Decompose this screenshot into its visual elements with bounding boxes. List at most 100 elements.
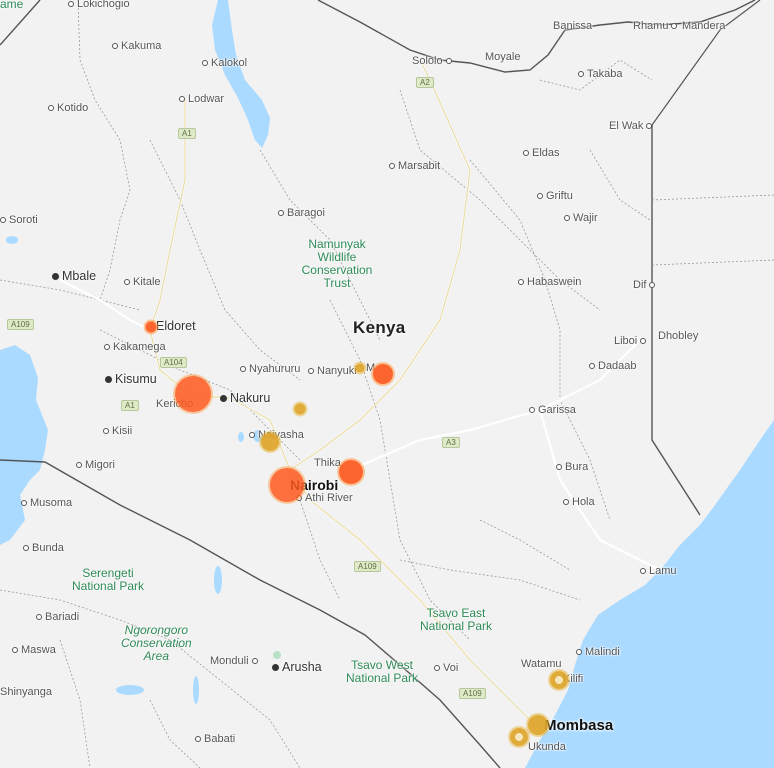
- place-lokichogio[interactable]: Lokichogio: [68, 0, 130, 11]
- place-dif[interactable]: Dif: [633, 279, 658, 292]
- place-liboi[interactable]: Liboi: [614, 335, 649, 348]
- marker-kericho[interactable]: [175, 376, 211, 412]
- place-arusha[interactable]: Arusha: [272, 661, 322, 674]
- place-kalokol[interactable]: Kalokol: [202, 57, 247, 70]
- place-dot-icon: [563, 499, 569, 506]
- marker-nyeri[interactable]: [294, 403, 306, 415]
- place-kotido[interactable]: Kotido: [48, 102, 88, 115]
- place-dot-icon: [518, 279, 524, 286]
- place-baragoi[interactable]: Baragoi: [278, 207, 325, 220]
- park-label: Namunyak Wildlife Conservation Trust: [301, 237, 373, 290]
- place-hola[interactable]: Hola: [563, 496, 595, 509]
- place-label: Banissa: [553, 20, 593, 32]
- marker-kilifi[interactable]: [550, 671, 568, 689]
- place-dot-icon: [220, 395, 227, 403]
- park-label: Serengeti National Park: [72, 566, 145, 593]
- map-canvas[interactable]: Kenya Lokichogio ame Banissa Rhamu Mande…: [0, 0, 774, 768]
- place-label: Thika: [314, 457, 341, 469]
- place-kisii[interactable]: Kisii: [103, 425, 132, 438]
- place-mbale[interactable]: Mbale: [52, 270, 96, 283]
- place-label: Garissa: [538, 404, 576, 416]
- place-dot-icon: [0, 217, 6, 224]
- place-label: Soroti: [9, 214, 38, 226]
- place-thika[interactable]: Thika: [314, 457, 341, 470]
- place-label: Ukunda: [528, 741, 566, 753]
- place-voi[interactable]: Voi: [434, 662, 458, 675]
- place-nanyuki[interactable]: Nanyuki: [308, 365, 357, 378]
- marker-meru[interactable]: [373, 364, 393, 384]
- place-dhobley[interactable]: Dhobley: [658, 330, 698, 343]
- place-kakamega[interactable]: Kakamega: [104, 341, 166, 354]
- place-label: Griftu: [546, 190, 573, 202]
- place-dot-icon: [112, 43, 118, 50]
- place-malindi[interactable]: Malindi: [576, 646, 620, 659]
- park-label: Tsavo East National Park: [420, 606, 493, 633]
- place-rhamu[interactable]: Rhamu: [633, 20, 680, 33]
- park-serengeti[interactable]: Serengeti National Park: [72, 567, 144, 593]
- place-dot-icon: [523, 150, 529, 157]
- place-eldoret[interactable]: Eldoret: [156, 320, 196, 333]
- place-label: Bura: [565, 461, 589, 473]
- place-mombasa[interactable]: Mombasa: [544, 717, 613, 734]
- park-ngorongoro[interactable]: Ngorongoro Conservation Area: [121, 624, 192, 663]
- place-kitale[interactable]: Kitale: [124, 276, 161, 289]
- place-griftu[interactable]: Griftu: [537, 190, 573, 203]
- place-monduli[interactable]: Monduli: [210, 655, 261, 668]
- place-ukunda[interactable]: Ukunda: [528, 741, 566, 754]
- place-migori[interactable]: Migori: [76, 459, 115, 472]
- park-namunyak[interactable]: Namunyak Wildlife Conservation Trust: [292, 238, 382, 290]
- place-watamu[interactable]: Watamu: [521, 658, 562, 671]
- road-shield: A104: [160, 357, 187, 368]
- place-sololo[interactable]: Sololo: [412, 55, 455, 68]
- place-dadaab[interactable]: Dadaab: [589, 360, 637, 373]
- place-kakuma[interactable]: Kakuma: [112, 40, 161, 53]
- place-dot-icon: [12, 647, 18, 654]
- place-nakuru[interactable]: Nakuru: [220, 392, 270, 405]
- place-bura[interactable]: Bura: [556, 461, 588, 474]
- place-label: Lodwar: [188, 93, 225, 105]
- place-maswa[interactable]: Maswa: [12, 644, 56, 657]
- place-lamu[interactable]: Lamu: [640, 565, 677, 578]
- place-label: Malindi: [585, 646, 620, 658]
- place-label: El Wak: [609, 120, 644, 132]
- park-tsavo-west[interactable]: Tsavo West National Park: [346, 659, 418, 685]
- place-musoma[interactable]: Musoma: [21, 497, 72, 510]
- place-bariadi[interactable]: Bariadi: [36, 611, 79, 624]
- place-label: Nyahururu: [249, 363, 301, 375]
- place-label: Eldoret: [156, 319, 196, 333]
- place-elwak[interactable]: El Wak: [609, 120, 655, 133]
- place-lodwar[interactable]: Lodwar: [179, 93, 224, 106]
- place-babati[interactable]: Babati: [195, 733, 235, 746]
- place-dot-icon: [671, 23, 678, 30]
- place-nyahururu[interactable]: Nyahururu: [240, 363, 300, 376]
- place-moyale[interactable]: Moyale: [485, 51, 520, 64]
- place-athiriver[interactable]: Athi River: [296, 492, 353, 505]
- place-dot-icon: [640, 338, 647, 345]
- place-habaswein[interactable]: Habaswein: [518, 276, 581, 289]
- place-soroti[interactable]: Soroti: [0, 214, 38, 227]
- marker-eldoret[interactable]: [145, 321, 157, 333]
- marker-naivasha[interactable]: [261, 433, 279, 451]
- place-takaba[interactable]: Takaba: [578, 68, 622, 81]
- place-mandera[interactable]: Mandera: [682, 20, 725, 33]
- place-kisumu[interactable]: Kisumu: [105, 373, 157, 386]
- place-label: Kitale: [133, 276, 161, 288]
- marker-mombasa[interactable]: [528, 715, 548, 735]
- place-bunda[interactable]: Bunda: [23, 542, 64, 555]
- place-label: Dhobley: [658, 330, 699, 342]
- marker-nairobi[interactable]: [270, 468, 304, 502]
- marker-ukunda[interactable]: [510, 728, 528, 746]
- park-tsavo-east[interactable]: Tsavo East National Park: [420, 607, 492, 633]
- place-eldas[interactable]: Eldas: [523, 147, 560, 160]
- place-dot-icon: [240, 366, 246, 373]
- marker-nanyuki[interactable]: [355, 363, 365, 373]
- place-banissa[interactable]: Banissa: [553, 20, 592, 33]
- park-label: Tsavo West National Park: [346, 658, 419, 685]
- road-shield: A109: [459, 688, 486, 699]
- place-marsabit[interactable]: Marsabit: [389, 160, 440, 173]
- place-shinyanga[interactable]: Shinyanga: [0, 686, 52, 699]
- place-garissa[interactable]: Garissa: [529, 404, 576, 417]
- place-wajir[interactable]: Wajir: [564, 212, 598, 225]
- marker-machakos[interactable]: [339, 460, 363, 484]
- road-shield: A109: [7, 319, 34, 330]
